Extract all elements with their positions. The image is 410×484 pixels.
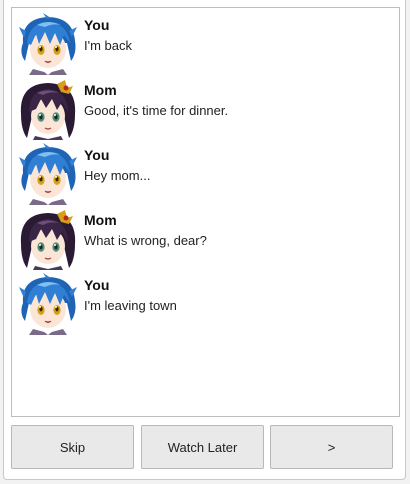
speaker-name: You: [84, 147, 110, 163]
mom-avatar-icon: [17, 78, 79, 140]
boy-avatar-icon: [17, 273, 79, 335]
message-text: I'm back: [84, 38, 132, 53]
message-text: I'm leaving town: [84, 298, 177, 313]
speaker-name: You: [84, 17, 110, 33]
chat-message: Mom What is wrong, dear?: [17, 208, 392, 270]
speaker-name: Mom: [84, 212, 117, 228]
chat-log[interactable]: You I'm back Mom Good, it's time for din…: [11, 7, 400, 417]
message-text: Hey mom...: [84, 168, 151, 183]
boy-avatar-icon: [17, 143, 79, 205]
message-text: Good, it's time for dinner.: [84, 103, 229, 118]
mom-avatar-icon: [17, 208, 79, 270]
chat-message: You I'm back: [17, 13, 392, 75]
dialogue-window: You I'm back Mom Good, it's time for din…: [3, 0, 406, 480]
skip-button[interactable]: Skip: [11, 425, 134, 469]
boy-avatar-icon: [17, 13, 79, 75]
chat-message: You Hey mom...: [17, 143, 392, 205]
next-button[interactable]: >: [270, 425, 393, 469]
speaker-name: Mom: [84, 82, 117, 98]
chat-message: Mom Good, it's time for dinner.: [17, 78, 392, 140]
watch-later-button[interactable]: Watch Later: [141, 425, 264, 469]
chat-message: You I'm leaving town: [17, 273, 392, 335]
speaker-name: You: [84, 277, 110, 293]
message-text: What is wrong, dear?: [84, 233, 207, 248]
